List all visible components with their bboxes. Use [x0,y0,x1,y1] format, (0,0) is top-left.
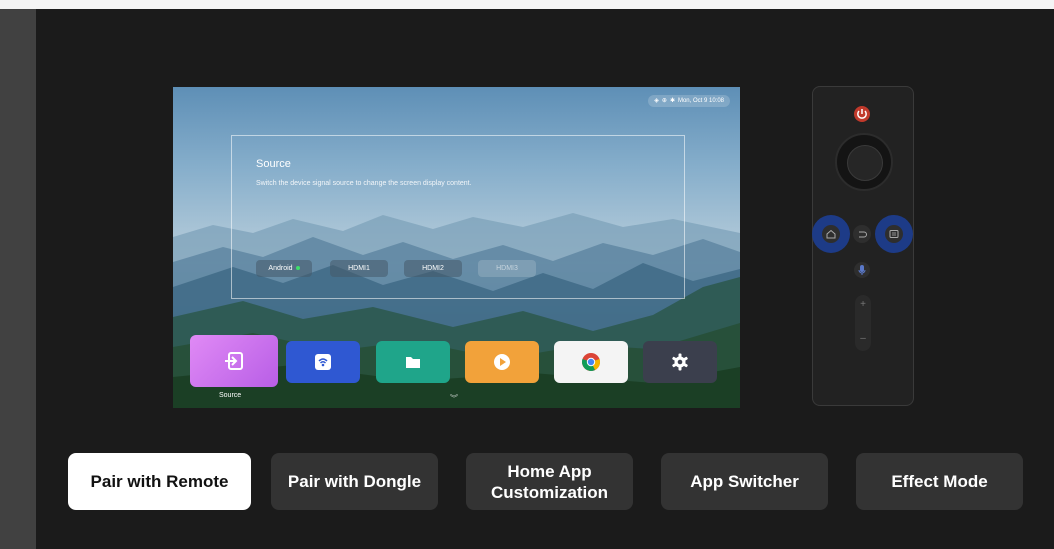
source-option-android[interactable]: Android [256,260,312,277]
dock-item-source[interactable] [190,335,278,387]
cast-icon [315,354,331,370]
remote-control: + – [812,86,914,406]
app-switcher-button[interactable]: App Switcher [661,453,828,510]
source-input-icon [225,352,243,370]
volume-minus-icon[interactable]: – [855,333,871,344]
menu-icon [889,230,899,238]
ethernet-icon: ⊕ [661,98,667,104]
chrome-icon [582,353,600,371]
back-icon [859,231,867,238]
source-option-label: Android [268,265,293,272]
active-dot-icon [295,266,300,271]
source-option-label: HDMI2 [422,265,444,272]
volume-rocker[interactable]: + – [855,295,871,351]
chevron-down-icon: ︾ [450,394,458,403]
power-icon[interactable] [853,105,871,123]
home-app-customization-button[interactable]: Home App Customization [466,453,633,510]
tv-screen-preview: ◈ ⊕ ✱ Mon, Oct 9 10:08 Source Switch the de… [173,87,740,408]
pair-with-remote-button[interactable]: Pair with Remote [68,453,251,510]
left-sidebar-bar [0,9,36,549]
effect-mode-button[interactable]: Effect Mode [856,453,1023,510]
mic-button[interactable] [854,262,870,278]
volume-plus-icon[interactable]: + [855,299,871,310]
source-option-label: HDMI1 [348,265,370,272]
status-bar: ◈ ⊕ ✱ Mon, Oct 9 10:08 [648,95,730,107]
dock-item-cast[interactable] [286,341,360,383]
source-option-hdmi1[interactable]: HDMI1 [330,260,388,277]
dock-item-files[interactable] [376,341,450,383]
mic-icon [858,265,866,275]
bluetooth-icon: ✱ [669,98,675,104]
source-option-hdmi2[interactable]: HDMI2 [404,260,462,277]
pair-with-dongle-button[interactable]: Pair with Dongle [271,453,438,510]
source-option-hdmi3[interactable]: HDMI3 [478,260,536,277]
top-strip [0,0,1054,9]
dialog-description: Switch the device signal source to chang… [256,180,472,187]
back-button[interactable] [853,225,871,243]
home-app-customization-label: Home App Customization [490,461,609,502]
home-icon [826,229,836,239]
dpad[interactable] [835,133,893,191]
dock-focused-label: Source [219,392,242,399]
dialog-title: Source [256,158,291,170]
status-datetime: Mon, Oct 9 10:08 [677,98,724,104]
dock-item-settings[interactable] [643,341,717,383]
menu-button[interactable] [885,225,903,243]
home-button[interactable] [822,225,840,243]
play-icon [494,354,510,370]
wifi-icon: ◈ [654,98,659,104]
dock-item-chrome[interactable] [554,341,628,383]
folder-icon [406,357,420,368]
dpad-center-button[interactable] [847,145,883,181]
dock-item-media-player[interactable] [465,341,539,383]
gear-icon [672,353,688,371]
source-option-label: HDMI3 [496,265,518,272]
source-dialog: Source Switch the device signal source t… [231,135,685,299]
